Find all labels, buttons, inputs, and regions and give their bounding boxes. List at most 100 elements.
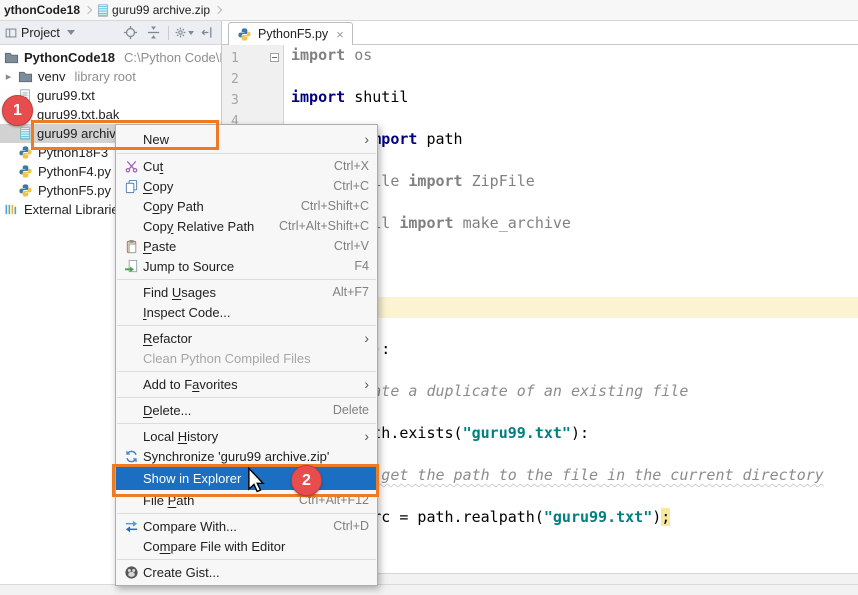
menu-separator bbox=[117, 559, 376, 560]
chevron-down-icon[interactable] bbox=[67, 30, 75, 35]
menu-icon-spacer bbox=[122, 538, 140, 554]
menu-item-shortcut: Delete bbox=[333, 403, 369, 417]
mouse-cursor bbox=[247, 467, 265, 497]
menu-item-shortcut: Ctrl+V bbox=[334, 239, 369, 253]
zip-file-icon bbox=[18, 126, 32, 141]
settings-gear-button[interactable] bbox=[174, 24, 194, 42]
tree-item-label: PythonF5.py bbox=[38, 183, 111, 198]
menu-item-shortcut: Alt+F7 bbox=[333, 285, 369, 299]
tree-item-label: PythonF4.py bbox=[38, 164, 111, 179]
code-line-1: import os bbox=[285, 45, 858, 66]
menu-item-shortcut: Ctrl+C bbox=[333, 179, 369, 193]
breadcrumb: ythonCode18 guru99 archive.zip bbox=[0, 0, 858, 21]
menu-item-label: Add to Favorites bbox=[143, 377, 238, 392]
menu-icon-spacer bbox=[122, 428, 140, 444]
tab-title: PythonF5.py bbox=[258, 27, 328, 41]
tree-item-label: PythonCode18 bbox=[24, 50, 115, 65]
collapse-all-button[interactable] bbox=[143, 24, 163, 42]
submenu-arrow-icon: › bbox=[364, 377, 369, 391]
menu-icon-spacer bbox=[122, 304, 140, 320]
tab-pythonf5[interactable]: PythonF5.py × bbox=[228, 22, 353, 45]
locate-file-button[interactable] bbox=[120, 24, 140, 42]
tree-item-guru99-txt[interactable]: guru99.txt bbox=[0, 86, 221, 105]
code-token: ; bbox=[661, 508, 670, 526]
libraries-icon bbox=[4, 202, 19, 217]
menu-item-shortcut: Ctrl+Alt+Shift+C bbox=[279, 219, 369, 233]
menu-item-local-history[interactable]: Local History› bbox=[116, 426, 377, 446]
chevron-down-icon bbox=[188, 31, 194, 35]
code-token: ZipFile bbox=[463, 172, 535, 190]
menu-item-create-gist[interactable]: Create Gist... bbox=[116, 562, 377, 582]
code-token: import bbox=[408, 172, 462, 190]
fold-marker-icon[interactable] bbox=[270, 53, 279, 62]
tree-item-label: guru99.txt bbox=[37, 88, 95, 103]
annotation-rect-show-in-explorer bbox=[112, 464, 379, 497]
tool-window-icon bbox=[4, 26, 18, 40]
tree-item-label: venv bbox=[38, 69, 65, 84]
menu-item-inspect-code[interactable]: Inspect Code... bbox=[116, 302, 377, 322]
menu-item-find-usages[interactable]: Find UsagesAlt+F7 bbox=[116, 282, 377, 302]
copy-icon bbox=[124, 179, 139, 194]
menu-separator bbox=[117, 513, 376, 514]
zip-file-icon bbox=[96, 3, 110, 18]
menu-icon-spacer bbox=[122, 330, 140, 346]
menu-icon-spacer bbox=[122, 402, 140, 418]
code-line-2: import shutil bbox=[285, 87, 858, 108]
menu-item-label: Paste bbox=[143, 239, 176, 254]
menu-item-copy[interactable]: CopyCtrl+C bbox=[116, 176, 377, 196]
menu-separator bbox=[117, 279, 376, 280]
menu-item-synchronize-guru99-archive-zip[interactable]: Synchronize 'guru99 archive.zip' bbox=[116, 446, 377, 466]
breadcrumb-file[interactable]: guru99 archive.zip bbox=[110, 3, 212, 17]
menu-icon-spacer bbox=[122, 376, 140, 392]
gist-icon bbox=[124, 565, 139, 580]
menu-item-label: Copy Relative Path bbox=[143, 219, 254, 234]
menu-item-compare-file-with-editor[interactable]: Compare File with Editor bbox=[116, 536, 377, 556]
context-menu: New›CutCtrl+XCopyCtrl+CCopy PathCtrl+Shi… bbox=[115, 124, 378, 586]
menu-item-label: Inspect Code... bbox=[143, 305, 230, 320]
menu-item-add-to-favorites[interactable]: Add to Favorites › bbox=[116, 374, 377, 394]
menu-item-delete[interactable]: Delete...Delete bbox=[116, 400, 377, 420]
menu-icon-spacer bbox=[122, 198, 140, 214]
menu-item-label: Copy Path bbox=[143, 199, 204, 214]
tree-item-venv[interactable]: ▸ venv library root bbox=[0, 67, 221, 86]
project-panel-title[interactable]: Project bbox=[21, 26, 60, 40]
line-number: 2 bbox=[231, 69, 261, 90]
menu-item-label: Compare File with Editor bbox=[143, 539, 285, 554]
python-file-icon bbox=[18, 183, 33, 198]
menu-item-compare-with[interactable]: Compare With...Ctrl+D bbox=[116, 516, 377, 536]
menu-item-paste[interactable]: Paste Ctrl+V bbox=[116, 236, 377, 256]
menu-item-cut[interactable]: CutCtrl+X bbox=[116, 156, 377, 176]
chevron-right-icon bbox=[214, 6, 222, 14]
annotation-rect-new bbox=[31, 120, 219, 150]
expand-chevron-icon[interactable]: ▸ bbox=[4, 70, 13, 83]
code-token: ) bbox=[652, 508, 661, 526]
menu-separator bbox=[117, 153, 376, 154]
menu-item-label: Local History bbox=[143, 429, 218, 444]
menu-item-shortcut: F4 bbox=[354, 259, 369, 273]
code-token: os bbox=[345, 46, 372, 64]
menu-item-copy-relative-path[interactable]: Copy Relative Path Ctrl+Alt+Shift+C bbox=[116, 216, 377, 236]
menu-item-label: Clean Python Compiled Files bbox=[143, 351, 311, 366]
editor-tab-strip: PythonF5.py × bbox=[222, 21, 858, 45]
breadcrumb-project[interactable]: ythonCode18 bbox=[2, 3, 82, 17]
code-token: import bbox=[291, 88, 345, 106]
close-tab-icon[interactable]: × bbox=[336, 28, 344, 41]
tree-item-sublabel: C:\Python Code\Py bbox=[124, 50, 221, 65]
cut-icon bbox=[124, 159, 139, 174]
menu-item-shortcut: Ctrl+Shift+C bbox=[301, 199, 369, 213]
menu-item-jump-to-source[interactable]: Jump to SourceF4 bbox=[116, 256, 377, 276]
annotation-step-2-badge: 2 bbox=[291, 465, 322, 496]
tree-item-pythoncode18[interactable]: PythonCode18 C:\Python Code\Py bbox=[0, 48, 221, 67]
line-number: 3 bbox=[231, 90, 261, 111]
code-token: path bbox=[417, 130, 462, 148]
submenu-arrow-icon: › bbox=[364, 331, 369, 345]
menu-item-label: Refactor bbox=[143, 331, 192, 346]
hide-panel-button[interactable] bbox=[197, 24, 217, 42]
menu-item-label: Compare With... bbox=[143, 519, 237, 534]
tree-item-sublabel: library root bbox=[74, 69, 135, 84]
jump-icon bbox=[124, 259, 139, 274]
menu-item-copy-path[interactable]: Copy Path Ctrl+Shift+C bbox=[116, 196, 377, 216]
menu-icon-spacer bbox=[122, 218, 140, 234]
menu-item-refactor[interactable]: Refactor › bbox=[116, 328, 377, 348]
menu-icon-spacer bbox=[122, 350, 140, 366]
